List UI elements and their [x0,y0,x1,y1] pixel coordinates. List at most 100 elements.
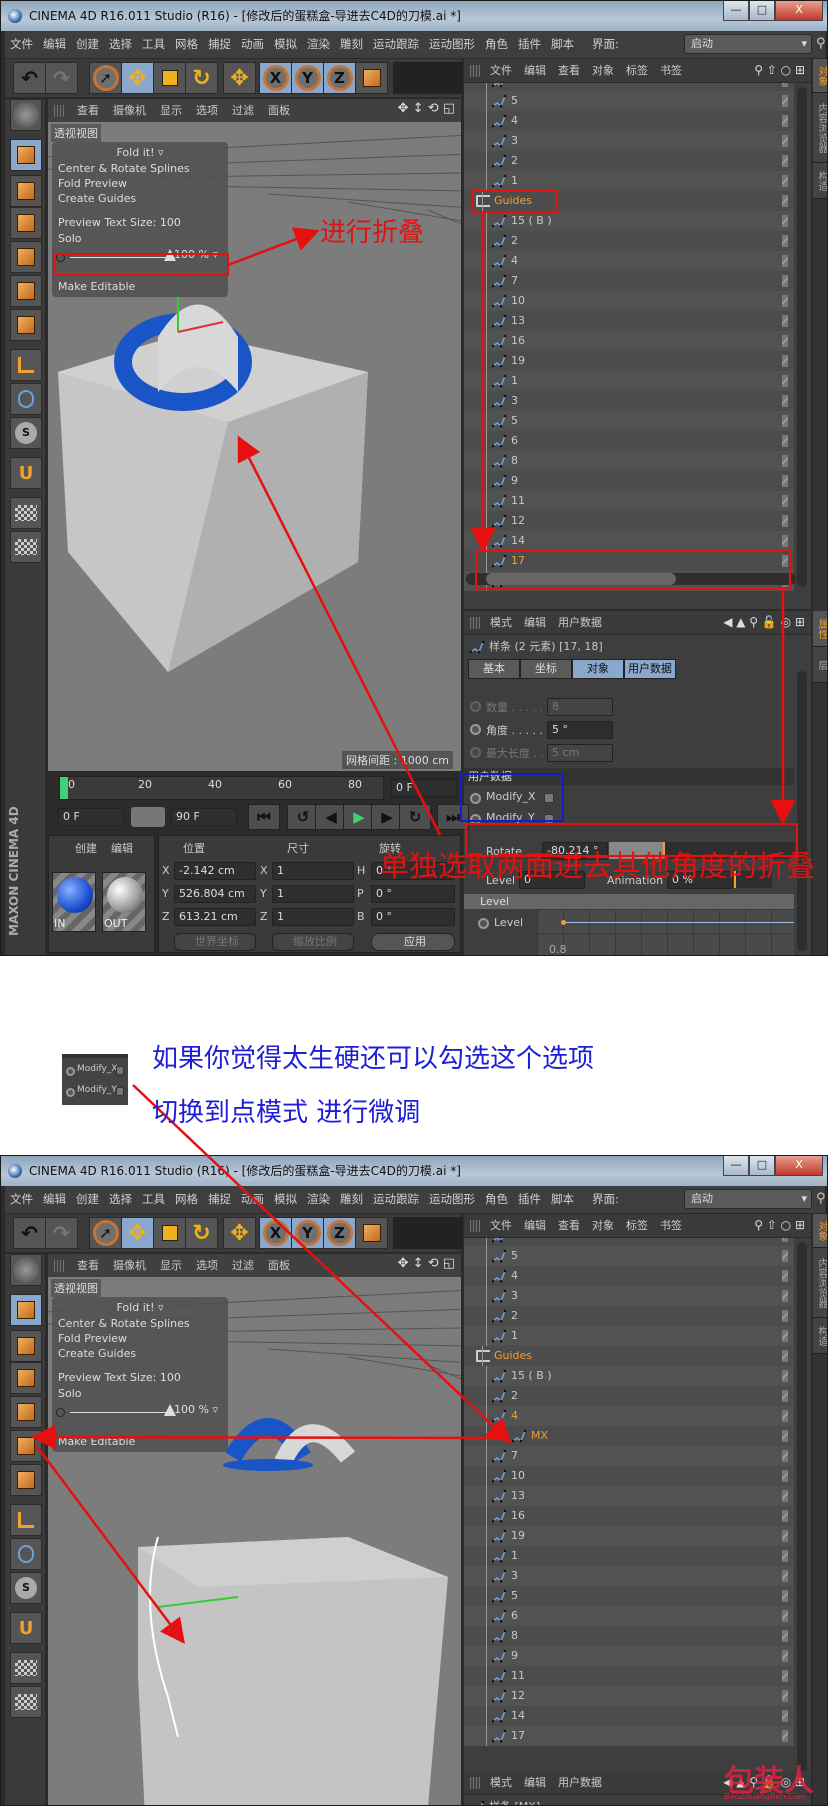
visibility-toggle[interactable] [782,83,788,87]
locked-workplane-button[interactable] [10,1686,42,1718]
x-axis-button[interactable]: X [259,1217,292,1249]
menu-4[interactable]: 工具 [137,31,170,58]
menu-2[interactable]: 创建 [71,1186,104,1213]
list-item[interactable]: 4 [464,111,794,131]
dock-tab[interactable]: 对象 [813,1214,827,1248]
list-item[interactable]: 5 [464,411,794,431]
foldit-item[interactable]: Center & Rotate Splines [58,1317,190,1330]
apply-button[interactable]: 应用 [371,933,455,951]
visibility-toggle[interactable] [782,115,788,127]
viewport-menu-3[interactable]: 选项 [189,1254,225,1277]
menu-15[interactable]: 脚本 [546,1186,579,1213]
visibility-toggle[interactable] [782,1610,788,1622]
foldit-item[interactable]: Fold Preview [58,177,127,190]
visibility-toggle[interactable] [782,1490,788,1502]
visibility-toggle[interactable] [782,1570,788,1582]
current-frame-field[interactable]: 0 F [391,779,457,797]
viewport-menu-0[interactable]: 查看 [70,1254,106,1277]
edge-mode-button[interactable] [10,1430,42,1462]
interface-select[interactable]: 启动 ▾ [684,34,812,54]
visibility-toggle[interactable] [782,1330,788,1342]
menu-5[interactable]: 网格 [170,1186,203,1213]
texture-mode-button[interactable] [10,207,42,239]
list-item[interactable]: 12 [464,511,794,531]
visibility-toggle[interactable] [782,1370,788,1382]
dock-tab[interactable]: 对象 [813,59,827,93]
list-item[interactable]: 2 [464,1306,794,1326]
visibility-toggle[interactable] [782,1290,788,1302]
menu-6[interactable]: 捕捉 [203,31,236,58]
list-item[interactable]: 8 [464,451,794,471]
object-menu-1[interactable]: 编辑 [518,1214,552,1238]
visibility-toggle[interactable] [782,215,788,227]
object-menu-4[interactable]: 标签 [620,1214,654,1238]
position-field[interactable]: 526.804 cm [174,885,256,903]
list-item[interactable]: 4 [464,251,794,271]
x-axis-button[interactable]: X [259,62,292,94]
dock-tab[interactable]: 属性 [813,611,827,647]
list-item[interactable]: 1 [464,1546,794,1566]
playhead[interactable] [60,777,68,799]
list-item[interactable]: 5 [464,1586,794,1606]
angle-field[interactable]: 5 ° [547,721,613,739]
attribute-menu-0[interactable]: 模式 [484,1771,518,1795]
tweak-mode-button[interactable] [10,1538,42,1570]
magnet-button[interactable]: U [10,457,42,489]
close-button[interactable]: X [775,1,823,21]
radio-maxlen[interactable] [470,747,481,758]
material-menu-0[interactable]: 创建 [75,840,97,856]
visibility-toggle[interactable] [782,375,788,387]
viewport-nav-icons[interactable]: ✥ ↕ ⟲ ◱ [398,1256,455,1271]
timeline[interactable]: 0 20 40 60 80 [59,776,384,800]
menu-11[interactable]: 运动跟踪 [368,31,424,58]
locked-workplane-button[interactable] [10,531,42,563]
attribute-menu-1[interactable]: 编辑 [518,611,552,635]
menu-8[interactable]: 模拟 [269,1186,302,1213]
visibility-toggle[interactable] [782,275,788,287]
frame-range-slider[interactable] [131,807,165,827]
list-item[interactable]: 14 [464,1706,794,1726]
dock-tab[interactable]: 构造 [813,1318,827,1354]
object-menu-2[interactable]: 查看 [552,1214,586,1238]
move-button[interactable]: ✥ [121,62,154,94]
edge-mode-button[interactable] [10,275,42,307]
attribute-menu-2[interactable]: 用户数据 [552,611,608,635]
list-item[interactable]: 14 [464,531,794,551]
list-item[interactable]: 11 [464,491,794,511]
scale-button[interactable] [153,62,186,94]
object-menu-1[interactable]: 编辑 [518,59,552,83]
material-swatch[interactable]: OUT [102,872,146,932]
list-item[interactable]: 12 [464,1686,794,1706]
dock-tab[interactable]: 内容浏览器 [813,1248,827,1318]
radio-angle[interactable] [470,724,481,735]
viewport-menu-1[interactable]: 摄像机 [106,1254,153,1277]
texture-mode-button[interactable] [10,1362,42,1394]
object-menu-0[interactable]: 文件 [484,1214,518,1238]
menu-3[interactable]: 选择 [104,31,137,58]
menu-4[interactable]: 工具 [137,1186,170,1213]
vertical-scrollbar[interactable] [797,87,807,587]
list-item[interactable]: 1 [464,1326,794,1346]
list-item[interactable]: 3 [464,131,794,151]
foldit-item[interactable]: Fold Preview [58,1332,127,1345]
menu-1[interactable]: 编辑 [38,1186,71,1213]
visibility-toggle[interactable] [782,355,788,367]
menu-2[interactable]: 创建 [71,31,104,58]
position-field[interactable]: 613.21 cm [174,908,256,926]
list-item[interactable]: 9 [464,471,794,491]
list-item[interactable]: 5 [464,1246,794,1266]
solo-option[interactable]: Solo [58,1387,82,1400]
tab-2[interactable]: 对象 [572,659,624,679]
visibility-toggle[interactable] [782,1270,788,1282]
coordinate-system-button[interactable] [355,62,388,94]
point-mode-button[interactable] [10,1396,42,1428]
radio-count[interactable] [470,701,481,712]
model-mode-button[interactable] [10,1294,42,1326]
list-item[interactable]: 16 [464,331,794,351]
z-axis-button[interactable]: Z [323,1217,356,1249]
menu-8[interactable]: 模拟 [269,31,302,58]
list-item[interactable]: 2 [464,231,794,251]
visibility-toggle[interactable] [782,1710,788,1722]
visibility-toggle[interactable] [782,315,788,327]
visibility-toggle[interactable] [782,1350,788,1362]
